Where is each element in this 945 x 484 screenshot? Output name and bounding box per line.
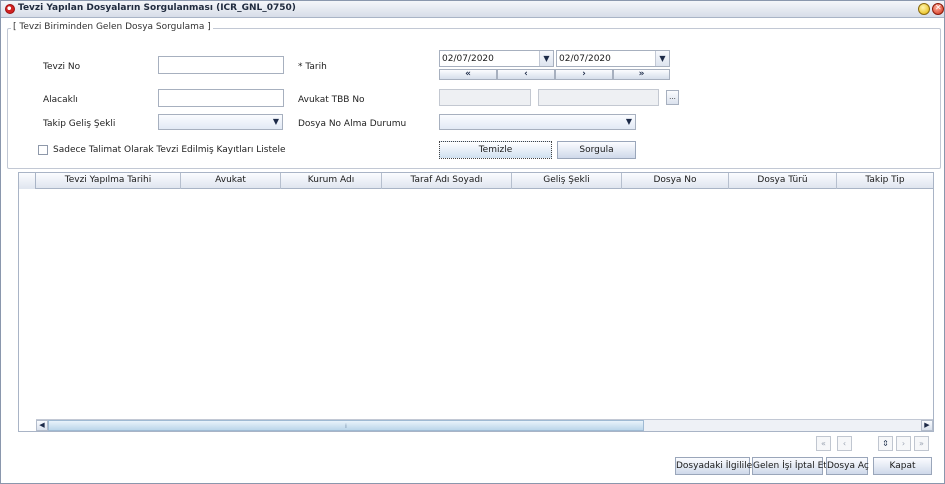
- scroll-left-icon[interactable]: ◀: [36, 420, 48, 431]
- column-header[interactable]: Geliş Şekli: [512, 173, 622, 189]
- tevzi-no-input[interactable]: [158, 56, 284, 74]
- select-all-cell[interactable]: [19, 173, 36, 189]
- dosya-no-alma-label: Dosya No Alma Durumu: [298, 119, 407, 129]
- sadece-talimat-checkbox[interactable]: [38, 145, 48, 155]
- column-header[interactable]: Kurum Adı: [281, 173, 382, 189]
- avukat-name-input: [538, 89, 659, 106]
- grip-icon: ⁞: [345, 423, 347, 430]
- column-header[interactable]: Avukat: [181, 173, 281, 189]
- sorgula-button[interactable]: Sorgula: [557, 141, 636, 159]
- temizle-button[interactable]: Temizle: [439, 141, 552, 159]
- pager-first-button[interactable]: «: [816, 436, 831, 451]
- date-to-value: 02/07/2020: [559, 54, 611, 64]
- avukat-tbb-input[interactable]: [439, 89, 531, 106]
- tevzi-no-label: Tevzi No: [43, 62, 81, 72]
- column-header[interactable]: Tevzi Yapılma Tarihi: [36, 173, 181, 189]
- minimize-button[interactable]: [918, 3, 930, 15]
- alacakli-input[interactable]: [158, 89, 284, 107]
- column-header[interactable]: Takip Tip: [837, 173, 933, 189]
- pager-last-button[interactable]: »: [914, 436, 929, 451]
- close-button[interactable]: [932, 3, 944, 15]
- tarih-label: * Tarih: [298, 62, 327, 72]
- pager-stepper-button[interactable]: ⇕: [878, 436, 893, 451]
- alacakli-label: Alacaklı: [43, 95, 78, 105]
- date-next-button[interactable]: ›: [555, 69, 613, 80]
- pager-prev-button[interactable]: ‹: [837, 436, 852, 451]
- takip-gelis-select[interactable]: ▼: [158, 114, 283, 130]
- chevron-down-icon[interactable]: ▼: [655, 51, 669, 66]
- chevron-down-icon[interactable]: ▼: [539, 51, 553, 66]
- dosyadaki-ilgililer-button[interactable]: Dosyadaki İlgililer: [675, 457, 756, 475]
- horizontal-scrollbar[interactable]: ◀ ⁞ ▶: [36, 419, 933, 431]
- avukat-lookup-button[interactable]: ...: [666, 90, 679, 105]
- chevron-down-icon: ▼: [272, 117, 279, 126]
- scroll-thumb[interactable]: ⁞: [48, 420, 644, 431]
- table-header: Tevzi Yapılma Tarihi Avukat Kurum Adı Ta…: [19, 173, 933, 189]
- chevron-down-icon: ▼: [625, 117, 632, 126]
- dosya-no-alma-select[interactable]: ▼: [439, 114, 636, 130]
- title-bar: Tevzi Yapılan Dosyaların Sorgulanması (I…: [1, 1, 944, 18]
- date-prev-button[interactable]: ‹: [497, 69, 555, 80]
- date-to-field[interactable]: 02/07/2020 ▼: [556, 50, 670, 67]
- column-header[interactable]: Dosya No: [622, 173, 729, 189]
- column-header[interactable]: Taraf Adı Soyadı: [382, 173, 512, 189]
- results-table: Tevzi Yapılma Tarihi Avukat Kurum Adı Ta…: [18, 172, 934, 432]
- kapat-button[interactable]: Kapat: [873, 457, 932, 475]
- sadece-talimat-label: Sadece Talimat Olarak Tevzi Edilmiş Kayı…: [53, 145, 286, 155]
- fieldset-legend: [ Tevzi Biriminden Gelen Dosya Sorgulama…: [11, 22, 213, 32]
- pager-next-button[interactable]: ›: [896, 436, 911, 451]
- avukat-tbb-label: Avukat TBB No: [298, 95, 365, 105]
- gelen-isi-iptal-button[interactable]: Gelen İşi İptal Et: [752, 457, 827, 475]
- date-from-field[interactable]: 02/07/2020 ▼: [439, 50, 554, 67]
- scroll-right-icon[interactable]: ▶: [921, 420, 933, 431]
- window-title: Tevzi Yapılan Dosyaların Sorgulanması (I…: [18, 3, 296, 13]
- app-window: Tevzi Yapılan Dosyaların Sorgulanması (I…: [0, 0, 945, 484]
- takip-gelis-label: Takip Geliş Şekli: [43, 119, 116, 129]
- date-first-button[interactable]: «: [439, 69, 497, 80]
- app-logo-icon: [5, 4, 15, 14]
- date-from-value: 02/07/2020: [442, 54, 494, 64]
- date-last-button[interactable]: »: [613, 69, 670, 80]
- column-header[interactable]: Dosya Türü: [729, 173, 837, 189]
- dosya-ac-button[interactable]: Dosya Aç: [826, 457, 869, 475]
